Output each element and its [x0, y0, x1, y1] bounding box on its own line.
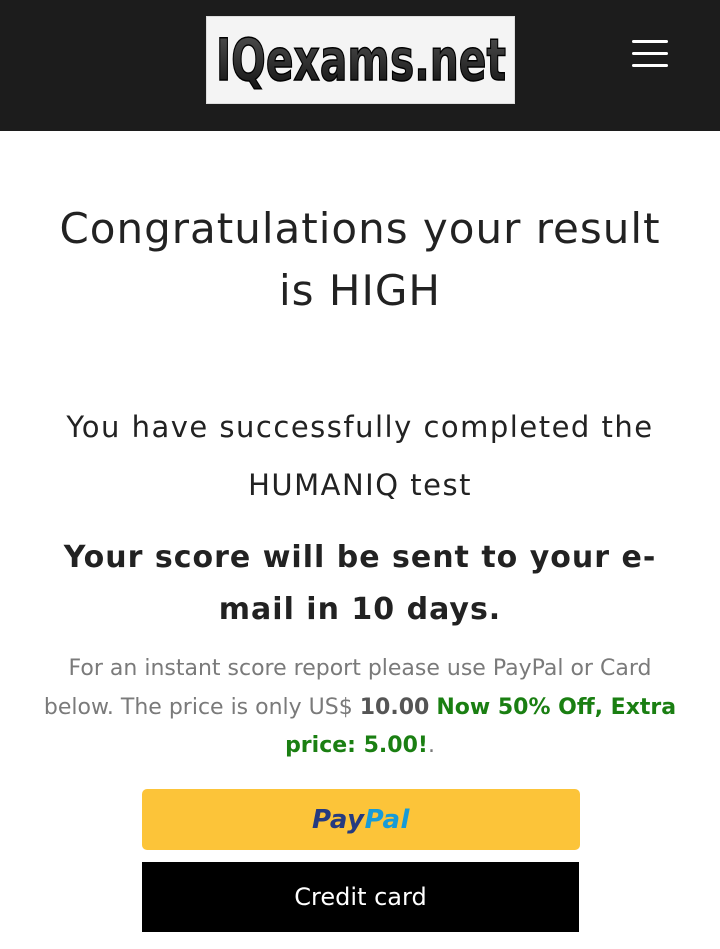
- svg-text:IQexams.net: IQexams.net: [216, 26, 506, 94]
- paypal-logo-pal: Pal: [364, 804, 410, 835]
- logo-wordmark: IQexams.net: [215, 25, 507, 95]
- original-price: 10.00: [359, 694, 430, 720]
- hamburger-menu-icon[interactable]: [632, 40, 670, 68]
- paypal-button[interactable]: PayPal: [142, 789, 580, 850]
- credit-card-button[interactable]: Credit card: [142, 862, 579, 932]
- paypal-logo-pay: Pay: [312, 804, 365, 835]
- result-title: Congratulations your result is HIGH: [59, 204, 661, 315]
- menu-bar: [632, 40, 668, 43]
- site-logo[interactable]: IQexams.net: [206, 16, 515, 104]
- site-header: IQexams.net: [0, 0, 720, 131]
- menu-bar: [632, 64, 668, 67]
- instant-report-text: For an instant score report please use P…: [40, 650, 680, 766]
- completion-message: You have successfully completed the HUMA…: [66, 410, 654, 502]
- instant-report-suffix: .: [427, 733, 435, 758]
- score-delivery-note: Your score will be sent to your e-mail i…: [63, 540, 657, 627]
- paypal-logo: PayPal: [312, 805, 410, 835]
- menu-bar: [632, 52, 668, 55]
